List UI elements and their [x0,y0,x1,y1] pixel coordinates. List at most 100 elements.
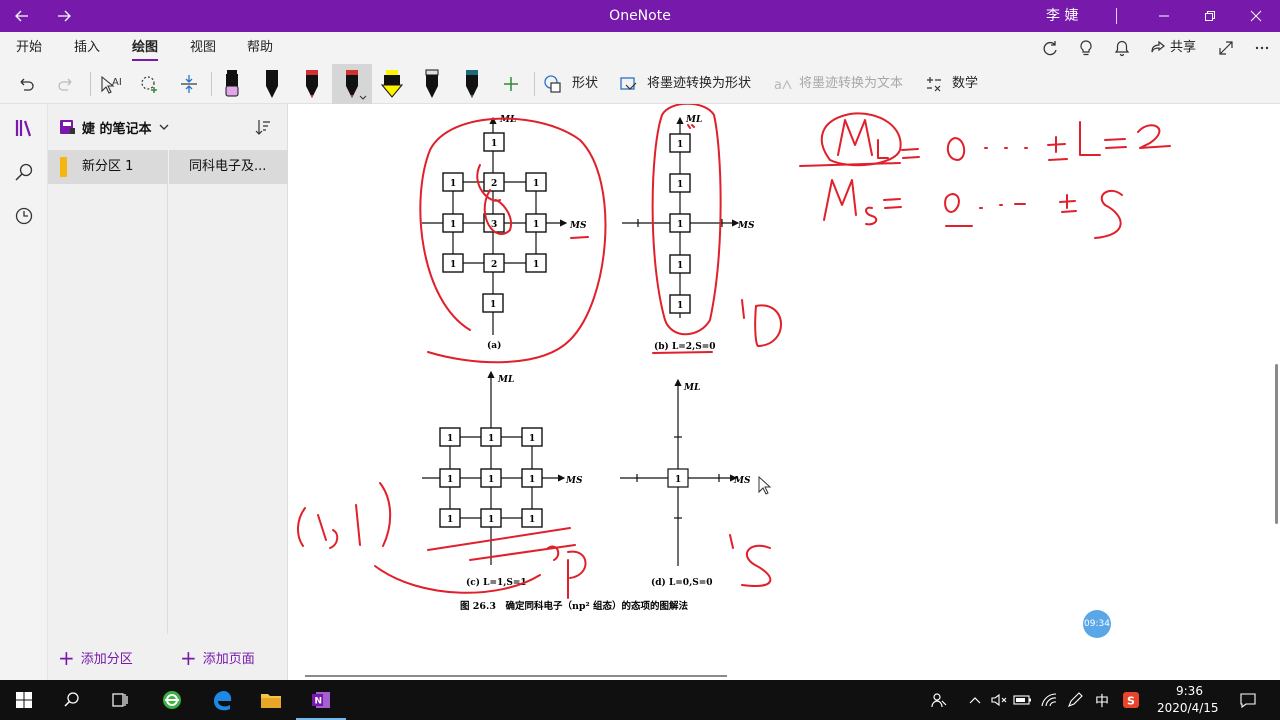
cell-value: 1 [447,434,453,444]
figure-cell: 1 [480,427,502,447]
figure-cell: 1 [521,468,543,488]
clock-time[interactable]: 9:36 [1176,684,1203,698]
tab-insert[interactable]: 插入 [74,32,100,64]
ink-to-shape-button[interactable]: 将墨迹转换为形状 [647,64,751,104]
horizontal-scrollbar[interactable] [305,675,727,677]
figure-cell: 1 [525,172,547,192]
add-section-button[interactable]: + 添加分区 [58,646,133,670]
sections-pages-pane: 婕 的笔记本 新分区 1 同科电子及... + 添加分区 + 添加页面 [48,104,288,680]
close-icon[interactable] [1240,0,1272,32]
figure-cell: 1 [669,294,691,314]
plus-icon: + [180,646,197,670]
share-icon[interactable] [1146,36,1170,60]
pen-workspace-icon[interactable] [1062,684,1088,716]
ink-to-shape-icon[interactable] [613,68,645,100]
cell-value: 1 [677,301,683,311]
draw-toolbar: AI 形状 将墨迹转换为形状 a 将墨迹转换为文本 数学 [0,64,1280,104]
user-name[interactable]: 李 婕 [1046,0,1078,32]
recent-clock-icon[interactable] [8,200,40,232]
figure-cell: 1 [442,213,464,233]
page-canvas[interactable]: 12113112111 ML MS (a) 11111 ML MS (b) L=… [289,104,1280,680]
toolbar-divider [211,72,212,96]
task-view-icon[interactable] [104,684,136,716]
axis-ms-label: MS [569,221,587,231]
tab-home[interactable]: 开始 [16,32,42,64]
pen-black-1[interactable] [256,68,288,100]
window-title: OneNote [609,8,671,24]
add-pen-icon[interactable] [495,68,527,100]
bell-icon[interactable] [1110,36,1134,60]
section-item[interactable]: 新分区 1 [48,150,168,184]
recording-time-badge[interactable]: 09:34 [1083,610,1111,638]
vertical-scrollbar[interactable] [1275,364,1278,524]
ribbon-tabs: 开始 插入 绘图 视图 帮助 共享 [0,32,1280,64]
browser-360-icon[interactable] [156,684,188,716]
fullscreen-icon[interactable] [1214,36,1238,60]
figure-cell: 1 [482,293,504,313]
math-button[interactable]: 数学 [952,64,978,104]
clock-date[interactable]: 2020/4/15 [1157,701,1219,715]
type-select-icon[interactable]: AI [94,68,126,100]
figure-cell: 1 [669,213,691,233]
notification-center-icon[interactable] [1232,684,1264,716]
shapes-button[interactable]: 形状 [572,64,598,104]
show-hidden-icons-icon[interactable] [962,684,988,716]
edge-browser-icon[interactable] [206,684,238,716]
figure-cell: 2 [483,253,505,273]
taskbar-search-icon[interactable] [56,684,88,716]
pen-red-1[interactable] [296,68,328,100]
file-explorer-icon[interactable] [255,684,287,716]
pen-black-2[interactable] [416,68,448,100]
volume-muted-icon[interactable] [986,684,1012,716]
figure-cell: 1 [525,253,547,273]
cell-value: 1 [529,475,535,485]
windows-start-icon[interactable] [8,684,40,716]
cell-value: 1 [675,475,681,485]
shapes-icon[interactable] [537,68,569,100]
title-separator [1116,8,1117,24]
more-options-icon[interactable] [1250,36,1274,60]
lasso-select-icon[interactable] [133,68,165,100]
restore-icon[interactable] [1194,0,1226,32]
undo-icon[interactable] [10,68,42,100]
figure-caption: 图 26.3 确定同科电子（np² 组态）的态项的图解法 [460,600,688,612]
add-page-button[interactable]: + 添加页面 [180,646,255,670]
pen-pink-highlighter[interactable] [216,68,248,100]
pen-yellow-highlighter[interactable] [376,68,408,100]
tab-view[interactable]: 视图 [190,32,216,64]
notebook-title: 婕 的笔记本 [82,122,152,137]
sort-icon[interactable] [254,118,272,136]
cell-value: 1 [529,434,535,444]
minimize-icon[interactable] [1148,0,1180,32]
wifi-icon[interactable] [1036,684,1062,716]
lightbulb-icon[interactable] [1074,36,1098,60]
onenote-taskbar-icon[interactable]: N [305,684,337,716]
axis-ms-label: MS [565,476,583,486]
figure-cell: 1 [439,427,461,447]
input-method-indicator[interactable]: 中 [1095,691,1109,711]
search-icon[interactable] [8,156,40,188]
pen-red-selected[interactable] [332,64,372,104]
chevron-down-icon[interactable] [158,121,170,133]
sync-icon[interactable] [1038,36,1062,60]
cell-value: 1 [450,220,456,230]
panel-d-diagram [620,378,738,566]
cell-value: 1 [450,260,456,270]
svg-text:a: a [774,78,782,93]
notebook-header[interactable]: 婕 的笔记本 [48,104,288,150]
add-space-icon[interactable] [173,68,205,100]
toolbar-divider [534,72,535,96]
math-icon[interactable] [918,68,950,100]
people-icon[interactable] [924,684,954,716]
notebooks-icon[interactable] [8,112,40,144]
cell-value: 1 [533,179,539,189]
pen-teal[interactable] [456,68,488,100]
pages-list: 同科电子及... [169,150,288,634]
tab-help[interactable]: 帮助 [247,32,273,64]
share-button[interactable]: 共享 [1170,32,1196,64]
sogou-ime-icon[interactable]: S [1118,684,1144,716]
redo-icon[interactable] [50,68,82,100]
battery-icon[interactable] [1010,684,1036,716]
page-item[interactable]: 同科电子及... [169,150,288,184]
tab-draw[interactable]: 绘图 [132,32,159,64]
